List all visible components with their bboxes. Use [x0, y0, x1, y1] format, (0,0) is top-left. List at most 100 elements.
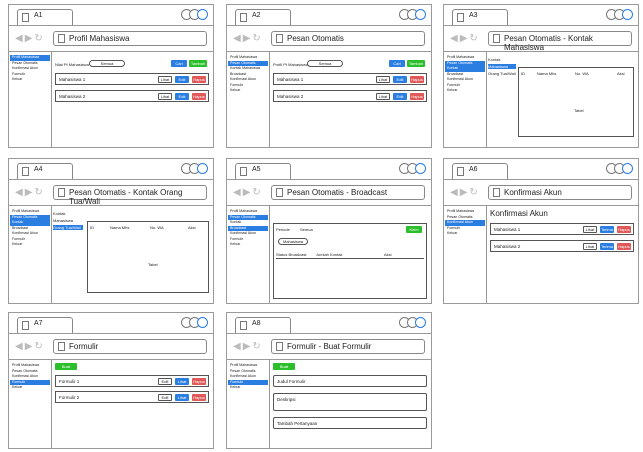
- browser-tab[interactable]: A3: [452, 9, 508, 25]
- delete-button[interactable]: Hapus: [410, 76, 424, 83]
- nav-buttons[interactable]: ◀ ▶ ↻: [233, 33, 263, 45]
- filter-select[interactable]: Semua: [307, 60, 343, 67]
- browser-tab[interactable]: A5: [235, 163, 291, 179]
- close-icon[interactable]: [622, 163, 633, 174]
- search-button[interactable]: Cari: [389, 60, 405, 67]
- address-bar[interactable]: Pesan Otomatis: [271, 31, 425, 46]
- window-controls[interactable]: [606, 9, 634, 20]
- back-icon[interactable]: ◀: [450, 187, 458, 198]
- forward-icon[interactable]: ▶: [460, 187, 468, 198]
- back-icon[interactable]: ◀: [233, 341, 241, 352]
- send-button[interactable]: Kirim: [406, 226, 422, 233]
- address-bar[interactable]: Profil Mahasiswa: [53, 31, 207, 46]
- browser-tab[interactable]: A4: [17, 163, 73, 179]
- delete-button[interactable]: Hapus: [617, 226, 631, 233]
- browser-tab[interactable]: A8: [235, 317, 291, 333]
- nav-buttons[interactable]: ◀ ▶ ↻: [233, 187, 263, 199]
- browser-tab[interactable]: A6: [452, 163, 508, 179]
- view-button[interactable]: Lihat: [175, 378, 189, 385]
- form-title-field[interactable]: Judul Formulir: [273, 375, 427, 387]
- create-form-button[interactable]: Buat Formulir: [273, 363, 295, 376]
- window-controls[interactable]: [399, 163, 427, 174]
- window-controls[interactable]: [181, 317, 209, 328]
- close-icon[interactable]: [197, 163, 208, 174]
- forward-icon[interactable]: ▶: [460, 33, 468, 44]
- view-button[interactable]: Lihat: [376, 93, 390, 100]
- sidebar-item[interactable]: Keluar: [228, 242, 268, 248]
- browser-tab[interactable]: A1: [17, 9, 73, 25]
- target-select[interactable]: Mahasiswa: [278, 238, 308, 245]
- sidebar-item[interactable]: Keluar: [10, 385, 50, 391]
- reload-icon[interactable]: ↻: [469, 33, 477, 44]
- address-bar[interactable]: Pesan Otomatis - Kontak Orang Tua/Wali: [53, 185, 207, 206]
- forward-icon[interactable]: ▶: [25, 341, 33, 352]
- nav-buttons[interactable]: ◀ ▶ ↻: [15, 187, 45, 199]
- sidebar-item[interactable]: Keluar: [228, 385, 268, 391]
- close-icon[interactable]: [622, 9, 633, 20]
- edit-button[interactable]: Edit: [158, 394, 172, 401]
- window-controls[interactable]: [606, 163, 634, 174]
- forward-icon[interactable]: ▶: [25, 187, 33, 198]
- delete-button[interactable]: Hapus: [617, 243, 631, 250]
- create-form-button[interactable]: Buat Formulir: [55, 363, 77, 376]
- sidebar-item[interactable]: Keluar: [445, 88, 485, 94]
- reload-icon[interactable]: ↻: [34, 33, 42, 44]
- back-icon[interactable]: ◀: [233, 33, 241, 44]
- reload-icon[interactable]: ↻: [34, 341, 42, 352]
- delete-button[interactable]: Hapus: [192, 93, 206, 100]
- browser-tab[interactable]: A7: [17, 317, 73, 333]
- forward-icon[interactable]: ▶: [243, 33, 251, 44]
- view-button[interactable]: Lihat: [175, 394, 189, 401]
- view-button[interactable]: Lihat: [158, 93, 172, 100]
- close-icon[interactable]: [197, 317, 208, 328]
- add-question-field[interactable]: Tambah Pertanyaan: [273, 417, 427, 429]
- window-controls[interactable]: [181, 9, 209, 20]
- view-button[interactable]: Lihat: [376, 76, 390, 83]
- window-controls[interactable]: [399, 9, 427, 20]
- browser-tab[interactable]: A2: [235, 9, 291, 25]
- back-icon[interactable]: ◀: [233, 187, 241, 198]
- submenu-mahasiswa[interactable]: Mahasiswa: [488, 64, 516, 69]
- address-bar[interactable]: Pesan Otomatis - Kontak Mahasiswa: [488, 31, 632, 52]
- submenu-ortu[interactable]: Orang Tua/Wali: [53, 225, 83, 230]
- nav-buttons[interactable]: ◀ ▶ ↻: [450, 33, 480, 45]
- sidebar-item[interactable]: Keluar: [445, 231, 485, 237]
- accept-button[interactable]: Terima: [600, 226, 614, 233]
- address-bar[interactable]: Formulir - Buat Formulir: [271, 339, 425, 354]
- reload-icon[interactable]: ↻: [252, 341, 260, 352]
- edit-button[interactable]: Edit: [393, 76, 407, 83]
- forward-icon[interactable]: ▶: [25, 33, 33, 44]
- back-icon[interactable]: ◀: [15, 341, 23, 352]
- add-button[interactable]: Tambah: [189, 60, 207, 67]
- nav-buttons[interactable]: ◀ ▶ ↻: [450, 187, 480, 199]
- search-button[interactable]: Cari: [171, 60, 187, 67]
- accept-button[interactable]: Terima: [600, 243, 614, 250]
- close-icon[interactable]: [415, 163, 426, 174]
- edit-button[interactable]: Edit: [175, 93, 189, 100]
- forward-icon[interactable]: ▶: [243, 341, 251, 352]
- nav-buttons[interactable]: ◀ ▶ ↻: [233, 341, 263, 353]
- add-button[interactable]: Tambah: [407, 60, 425, 67]
- edit-button[interactable]: Edit: [158, 378, 172, 385]
- forward-icon[interactable]: ▶: [243, 187, 251, 198]
- form-description-field[interactable]: Deskripsi: [273, 393, 427, 411]
- address-bar[interactable]: Pesan Otomatis - Broadcast: [271, 185, 425, 200]
- submenu-ortu[interactable]: Orang Tua/Wali: [488, 71, 516, 76]
- delete-button[interactable]: Hapus: [192, 378, 206, 385]
- nav-buttons[interactable]: ◀ ▶ ↻: [15, 33, 45, 45]
- back-icon[interactable]: ◀: [15, 33, 23, 44]
- reload-icon[interactable]: ↻: [469, 187, 477, 198]
- nav-buttons[interactable]: ◀ ▶ ↻: [15, 341, 45, 353]
- back-icon[interactable]: ◀: [15, 187, 23, 198]
- delete-button[interactable]: Hapus: [410, 93, 424, 100]
- delete-button[interactable]: Hapus: [192, 76, 206, 83]
- sidebar-item[interactable]: Keluar: [228, 88, 268, 94]
- reload-icon[interactable]: ↻: [34, 187, 42, 198]
- sidebar-item[interactable]: Keluar: [10, 77, 50, 83]
- filter-select[interactable]: Semua: [89, 60, 125, 67]
- reload-icon[interactable]: ↻: [252, 187, 260, 198]
- close-icon[interactable]: [197, 9, 208, 20]
- edit-button[interactable]: Edit: [393, 93, 407, 100]
- view-button[interactable]: Lihat: [583, 243, 597, 250]
- sidebar-item[interactable]: Keluar: [10, 242, 50, 248]
